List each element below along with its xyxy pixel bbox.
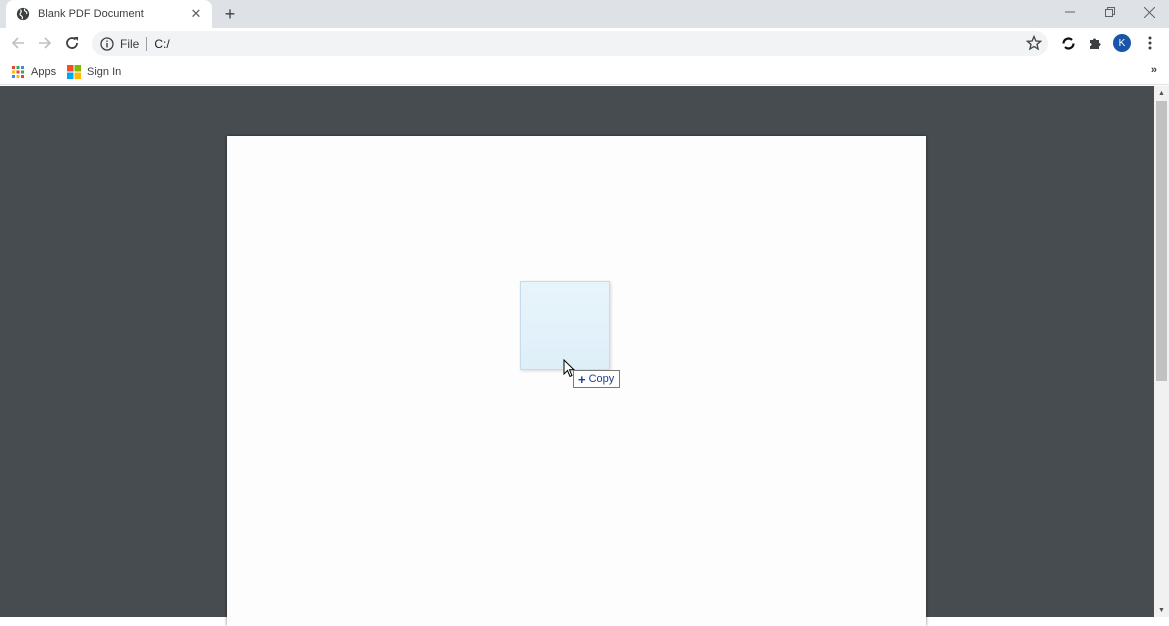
bookmarks-overflow-chevron-icon[interactable]: »: [1151, 64, 1157, 76]
scroll-up-arrow-icon[interactable]: ▲: [1154, 86, 1169, 100]
tab-title: Blank PDF Document: [38, 8, 144, 20]
drag-ghost-image: [520, 281, 610, 370]
restore-button[interactable]: [1090, 0, 1130, 24]
close-window-button[interactable]: [1129, 0, 1169, 24]
scheme-label: File: [120, 36, 140, 51]
url-text[interactable]: C:/: [154, 37, 169, 51]
reload-icon: [66, 37, 78, 49]
extensions-button[interactable]: [1085, 33, 1105, 53]
puzzle-piece-icon: [1090, 38, 1101, 49]
vertical-scrollbar[interactable]: ▲ ▼: [1154, 86, 1169, 617]
copy-label: Copy: [588, 373, 615, 385]
address-bar[interactable]: File C:/: [92, 31, 1048, 56]
close-icon: [1143, 6, 1155, 18]
back-arrow-icon: [11, 37, 24, 49]
menu-button[interactable]: [1140, 33, 1160, 53]
plus-icon: +: [578, 371, 586, 387]
minimize-icon: [1065, 11, 1075, 13]
omnibox-separator: [146, 36, 148, 51]
forward-arrow-icon: [39, 37, 52, 49]
globe-icon: [16, 7, 30, 21]
profile-button[interactable]: K: [1112, 33, 1132, 53]
title-bar: Blank PDF Document ✕ +: [0, 0, 1169, 28]
restore-icon: [1105, 7, 1115, 17]
scroll-down-arrow-icon[interactable]: ▼: [1154, 603, 1169, 617]
tab-close-icon[interactable]: ✕: [188, 6, 204, 22]
bookmarks-bar: Apps Sign In »: [0, 58, 1169, 85]
scrollbar-thumb[interactable]: [1156, 101, 1167, 381]
drag-copy-tooltip: + Copy: [573, 370, 621, 388]
back-button[interactable]: [7, 32, 29, 54]
apps-grid-icon: [12, 66, 24, 78]
kebab-menu-icon: [1148, 36, 1152, 50]
forward-button[interactable]: [34, 32, 56, 54]
bookmark-sign-in[interactable]: Sign In: [67, 62, 121, 82]
sync-icon: [1061, 37, 1075, 49]
sync-extension-button[interactable]: [1058, 33, 1078, 53]
bookmark-label: Apps: [31, 66, 57, 78]
bookmark-label: Sign In: [87, 66, 122, 78]
minimize-button[interactable]: [1050, 0, 1090, 24]
microsoft-logo-icon: [67, 65, 81, 79]
tab-active[interactable]: Blank PDF Document ✕: [6, 0, 212, 28]
bookmark-apps[interactable]: Apps: [11, 62, 56, 82]
new-tab-button[interactable]: +: [220, 4, 240, 24]
avatar: K: [1113, 34, 1131, 52]
info-icon[interactable]: [100, 36, 114, 51]
toolbar: File C:/ K: [0, 28, 1169, 58]
reload-button[interactable]: [61, 32, 83, 54]
bookmark-star-icon[interactable]: [1026, 35, 1042, 51]
